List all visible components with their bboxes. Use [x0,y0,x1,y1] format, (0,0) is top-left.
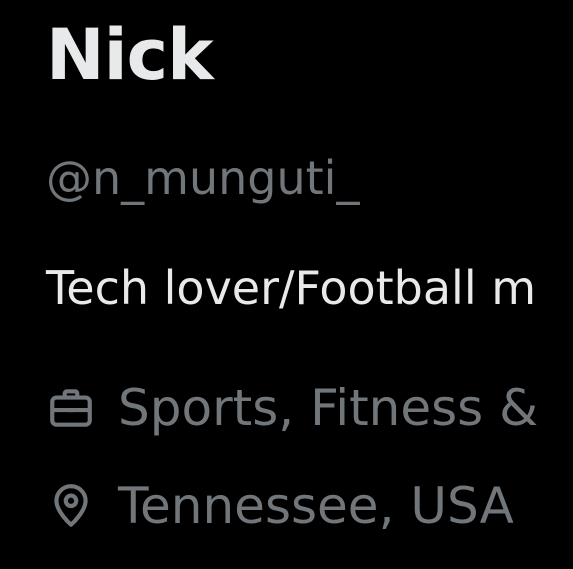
profile-header: Nick @n_munguti_ Tech lover/Football m S… [0,0,573,569]
category-label: Sports, Fitness & [118,379,539,437]
location-label: Tennessee, USA [118,477,514,535]
user-handle: @n_munguti_ [46,151,360,205]
location-pin-icon [46,480,98,532]
profile-location: Tennessee, USA [46,476,514,536]
profile-category: Sports, Fitness & [46,378,538,438]
profile-bio: Tech lover/Football m [46,261,537,315]
display-name: Nick [46,14,214,96]
briefcase-icon [46,382,98,434]
